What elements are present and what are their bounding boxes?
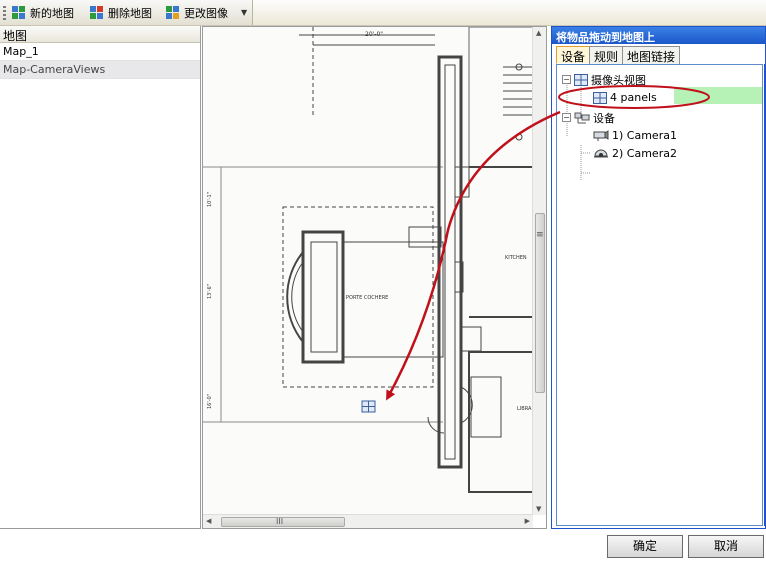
scale-label-a: 10'-1" — [207, 192, 213, 207]
scale-label-b: 13'-6" — [207, 284, 213, 299]
tab-devices[interactable]: 设备 — [556, 46, 591, 64]
scroll-down-icon[interactable]: ▼ — [536, 505, 541, 513]
dialog-footer: 确定 取消 — [0, 529, 766, 563]
floorplan-canvas[interactable]: 20'-0" KITCHEN PORTE COCHERE LIBRA 10'-1… — [203, 27, 533, 515]
change-image-label: 更改图像 — [184, 7, 228, 20]
new-map-label: 新的地图 — [30, 7, 74, 20]
four-panels-label: 4 panels — [610, 91, 657, 104]
horizontal-thumb-grip: III — [276, 517, 284, 526]
device-tree: − 摄像头视图 4 panels − 设备 1) Camera1 2) Came… — [556, 64, 763, 526]
scroll-up-icon[interactable]: ▲ — [536, 29, 541, 37]
new-map-button[interactable]: 新的地图 — [12, 4, 74, 22]
vertical-thumb-grip: ≡ — [536, 230, 544, 240]
vertical-scroll-thumb[interactable]: ≡ — [535, 213, 545, 393]
placed-camera-view-icon[interactable] — [361, 400, 376, 413]
toolbar-overflow-icon[interactable]: ▼ — [241, 8, 247, 17]
box-camera-icon — [593, 129, 609, 141]
tree-node-camera2[interactable]: 2) Camera2 — [593, 145, 677, 162]
tab-map-links[interactable]: 地图链接 — [622, 46, 681, 64]
delete-map-button[interactable]: 删除地图 — [90, 4, 152, 22]
collapse-icon[interactable]: − — [562, 75, 571, 84]
map-list-panel: 地图 Map_1 Map-CameraViews — [0, 26, 201, 529]
library-label: LIBRA — [517, 406, 532, 412]
dome-camera-icon — [594, 149, 608, 157]
scroll-left-icon[interactable]: ◀ — [206, 517, 211, 525]
map-vertical-scrollbar[interactable]: ▲ ≡ ▼ — [532, 27, 546, 515]
scale-label-c: 16'-0" — [207, 394, 213, 409]
change-image-icon — [166, 6, 180, 20]
map-list-item-selected[interactable]: Map-CameraViews — [0, 61, 200, 79]
delete-map-icon — [90, 6, 104, 20]
kitchen-label: KITCHEN — [505, 255, 527, 261]
delete-map-label: 删除地图 — [108, 7, 152, 20]
tree-node-camera-views[interactable]: − 摄像头视图 — [562, 71, 646, 88]
ok-button[interactable]: 确定 — [607, 535, 683, 558]
porte-cochere-label: PORTE COCHERE — [346, 295, 388, 301]
toolbar-strip: 新的地图 删除地图 更改图像 ▼ — [0, 0, 253, 25]
toolbar: 新的地图 删除地图 更改图像 ▼ — [0, 0, 766, 26]
camera1-label: 1) Camera1 — [612, 129, 677, 142]
tab-rules[interactable]: 规则 — [589, 46, 624, 64]
new-map-icon — [12, 6, 26, 20]
drag-items-panel: 将物品拖动到地图上 设备 规则 地图链接 − 摄像头视图 4 panels − … — [551, 26, 766, 529]
collapse-icon[interactable]: − — [562, 113, 571, 122]
scroll-right-icon[interactable]: ▶ — [525, 517, 530, 525]
horizontal-scroll-thumb[interactable]: III — [221, 517, 345, 527]
map-list-header: 地图 — [0, 26, 200, 43]
tree-node-camera1[interactable]: 1) Camera1 — [593, 127, 677, 144]
map-horizontal-scrollbar[interactable]: ◀ III ▶ — [203, 514, 533, 528]
camera2-label: 2) Camera2 — [612, 147, 677, 160]
dimension-label: 20'-0" — [365, 31, 383, 38]
devices-label: 设备 — [593, 111, 615, 125]
change-image-button[interactable]: 更改图像 — [166, 4, 228, 22]
drag-panel-tabs: 设备 规则 地图链接 — [556, 46, 681, 64]
device-group-icon — [574, 112, 590, 123]
drag-panel-title: 将物品拖动到地图上 — [552, 27, 765, 44]
tree-node-devices[interactable]: − 设备 — [562, 109, 615, 126]
map-list-item[interactable]: Map_1 — [0, 43, 200, 61]
cancel-button[interactable]: 取消 — [688, 535, 764, 558]
tree-node-4-panels[interactable]: 4 panels — [593, 89, 657, 106]
four-panel-view-icon — [593, 91, 607, 104]
camera-views-label: 摄像头视图 — [591, 73, 646, 87]
toolbar-grip[interactable] — [3, 6, 6, 20]
map-view[interactable]: 20'-0" KITCHEN PORTE COCHERE LIBRA 10'-1… — [202, 26, 547, 529]
camera-view-group-icon — [574, 73, 588, 86]
